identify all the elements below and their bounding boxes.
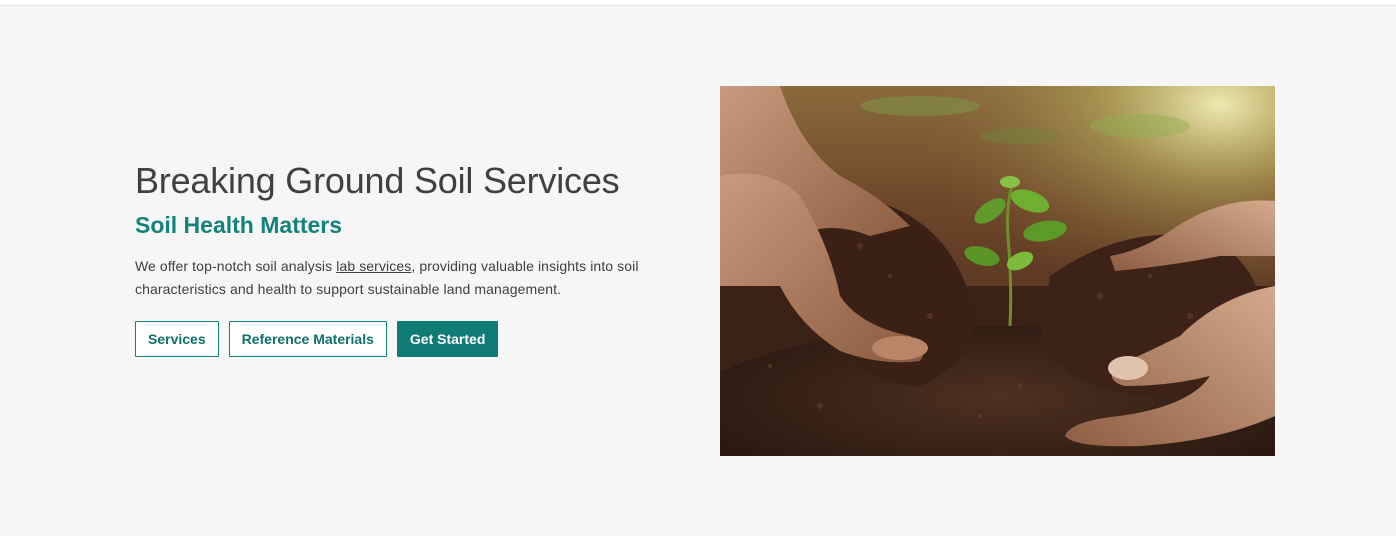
reference-materials-button[interactable]: Reference Materials [228,321,387,357]
hands-soil-seedling-photo [720,86,1275,456]
lab-services-link[interactable]: lab services [336,258,411,274]
hero-subtitle: Soil Health Matters [135,212,343,238]
services-button[interactable]: Services [135,321,219,357]
hero-description: We offer top-notch soil analysis lab ser… [135,255,680,301]
page-title: Breaking Ground Soil Services [135,160,620,201]
hero-text: Breaking Ground Soil Services Soil Healt… [135,161,685,357]
get-started-button[interactable]: Get Started [396,321,499,357]
description-text-start: We offer top-notch soil analysis [135,258,337,274]
section-bottom-edge [0,536,1396,546]
hero-actions: Services Reference Materials Get Started [135,321,685,357]
